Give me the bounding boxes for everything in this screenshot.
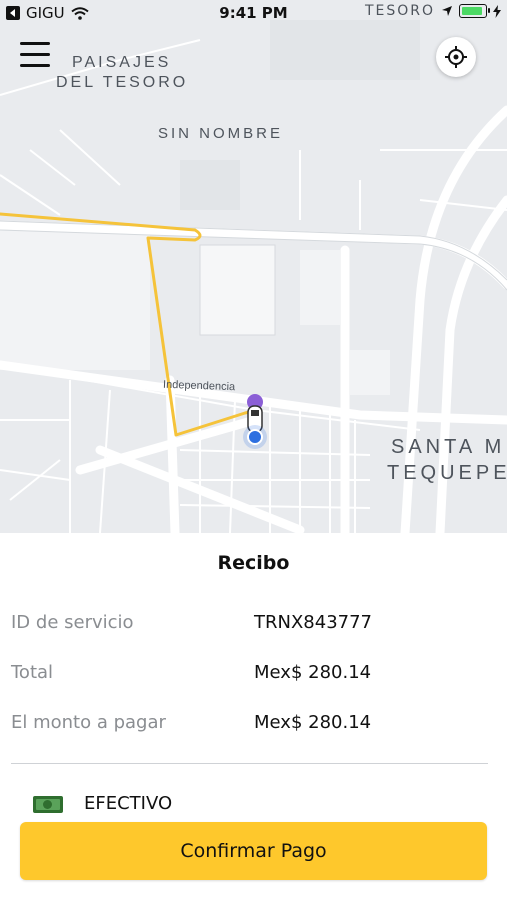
payment-method-label: EFECTIVO [84, 793, 173, 814]
map-label-tequepe: TEQUEPE [387, 462, 507, 484]
map-label-del-tesoro: DEL TESORO [56, 74, 189, 91]
map-view[interactable]: PAISAJES DEL TESORO SIN NOMBRE SANTA M T… [0, 0, 507, 533]
divider [11, 763, 488, 764]
battery-icon [459, 4, 490, 18]
service-id-label: ID de servicio [11, 612, 134, 633]
cash-icon [33, 796, 63, 813]
map-label-paisajes: PAISAJES [72, 54, 172, 71]
amount-due-label: El monto a pagar [11, 712, 166, 733]
charging-icon [493, 4, 501, 18]
receipt-title: Recibo [217, 552, 290, 574]
status-overlap-text: TESORO [364, 3, 435, 19]
location-arrow-icon [442, 6, 452, 16]
total-label: Total [11, 662, 54, 683]
total-value: Mex$ 280.14 [254, 662, 372, 683]
locate-icon [445, 46, 467, 68]
user-location-icon [243, 425, 267, 449]
street-label-independencia: Independencia [162, 378, 236, 394]
receipt-row-total: Total Mex$ 280.14 [0, 662, 507, 692]
locate-button[interactable] [436, 37, 476, 77]
menu-button[interactable] [18, 38, 52, 72]
map-label-sin-nombre: SIN NOMBRE [158, 125, 284, 142]
receipt-row-service-id: ID de servicio TRNX843777 [0, 612, 507, 642]
receipt-panel: Recibo ID de servicio TRNX843777 Total M… [0, 533, 507, 900]
menu-icon [20, 42, 50, 45]
confirm-payment-button[interactable]: Confirmar Pago [20, 822, 487, 880]
service-id-value: TRNX843777 [254, 612, 373, 633]
map-label-santa-m: SANTA M [391, 436, 506, 458]
receipt-row-amount-due: El monto a pagar Mex$ 280.14 [0, 712, 507, 742]
amount-due-value: Mex$ 280.14 [254, 712, 372, 733]
status-bar: GIGU 9:41 PM TESORO [0, 0, 507, 26]
